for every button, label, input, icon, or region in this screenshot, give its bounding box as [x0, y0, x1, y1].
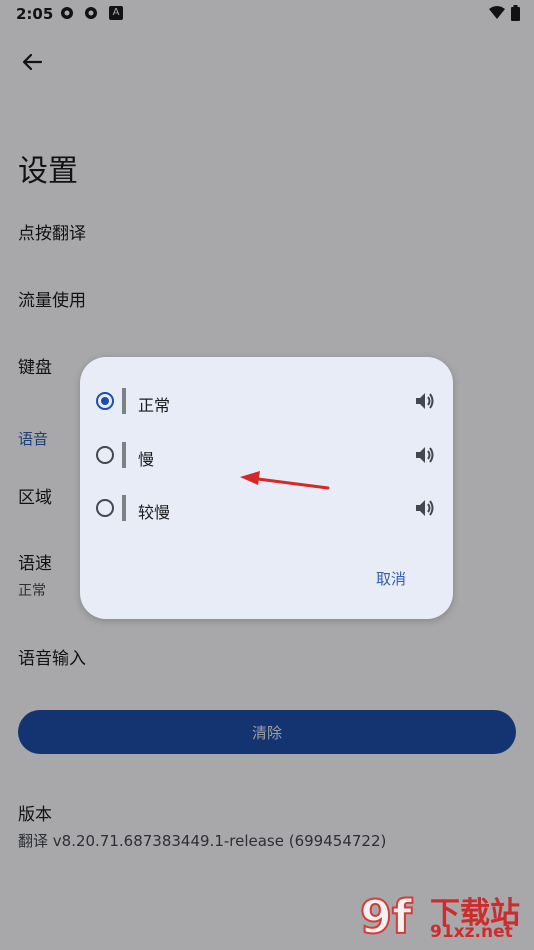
speaker-icon[interactable] [414, 390, 436, 412]
option-label: 正常 [138, 396, 171, 415]
watermark-logo: 9f [359, 889, 413, 945]
divider-bar [122, 495, 126, 521]
option-slower[interactable]: 较慢 [96, 491, 436, 531]
speaker-icon[interactable] [414, 497, 436, 519]
option-normal[interactable]: 正常 [96, 384, 436, 424]
red-arrow-annotation [240, 471, 330, 490]
cancel-button[interactable]: 取消 [376, 568, 406, 589]
watermark: 9f 下载站 91xz.net [359, 888, 528, 946]
watermark-url: 91xz.net [430, 922, 513, 942]
option-label: 慢 [138, 450, 155, 469]
option-label: 较慢 [138, 503, 171, 522]
divider-bar [122, 442, 126, 468]
speaker-icon[interactable] [414, 444, 436, 466]
radio-button-selected[interactable] [96, 392, 114, 410]
radio-button[interactable] [96, 499, 114, 517]
divider-bar [122, 388, 126, 414]
radio-button[interactable] [96, 446, 114, 464]
